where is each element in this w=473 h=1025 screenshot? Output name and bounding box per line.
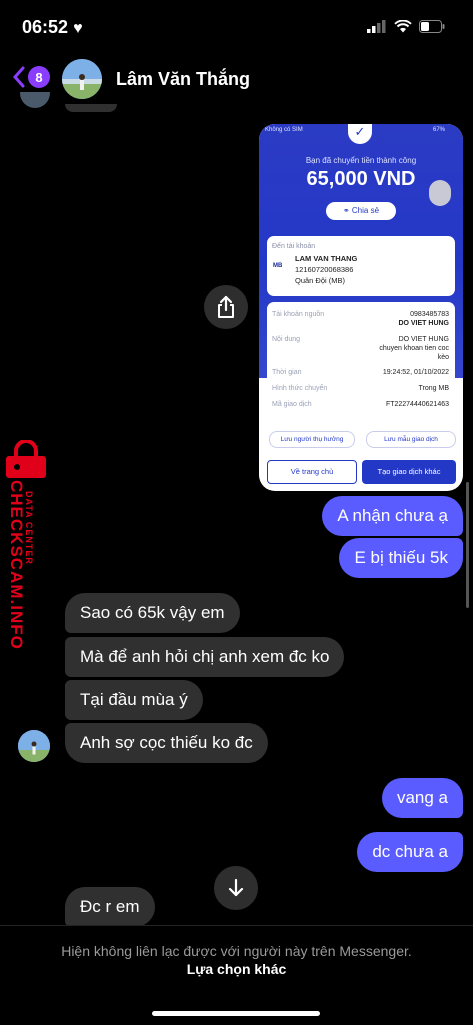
message-outgoing[interactable]: vang a	[381, 778, 463, 818]
status-bar: 06:52 ♥	[0, 0, 473, 52]
new-transaction-button: Tạo giao dịch khác	[362, 460, 456, 484]
lock-icon	[6, 440, 46, 478]
partial-bubble	[65, 104, 117, 112]
battery-icon	[419, 20, 445, 33]
message-outgoing[interactable]: dc chưa a	[357, 832, 463, 872]
other-options-link[interactable]: Lựa chọn khác	[0, 961, 473, 977]
contact-name[interactable]: Lâm Văn Thắng	[116, 69, 250, 90]
watermark: CHECKSCAM.INFO DATA CENTER	[2, 440, 52, 670]
check-icon: ✓	[348, 124, 372, 144]
share-icon: ⚭	[342, 206, 350, 215]
message-outgoing[interactable]: E bị thiếu 5k	[339, 538, 463, 578]
receipt-status-bar: Không có SIM 67%	[265, 127, 446, 133]
share-button[interactable]	[204, 285, 248, 329]
save-template-button: Lưu mẫu giao dịch	[366, 431, 456, 448]
signal-icon	[367, 20, 386, 33]
wifi-icon	[394, 20, 412, 33]
message-incoming[interactable]: Mà để anh hỏi chị anh xem đc ko	[65, 637, 345, 677]
message-incoming[interactable]: Đc r em	[65, 887, 155, 927]
contact-avatar[interactable]	[62, 59, 102, 99]
recipient-card: Đến tài khoản MB LAM VAN THANG 121607200…	[267, 236, 455, 296]
heart-icon: ♥	[73, 20, 83, 37]
chevron-left-icon	[12, 66, 25, 88]
arrow-down-icon	[228, 878, 244, 897]
save-recipient-button: Lưu người thụ hưởng	[269, 431, 355, 448]
message-outgoing[interactable]: A nhận chưa ạ	[322, 496, 463, 536]
bank-logo: MB	[273, 263, 283, 269]
home-indicator[interactable]	[152, 1011, 320, 1016]
message-incoming[interactable]: Tại đầu mùa ý	[65, 680, 203, 720]
home-button: Về trang chủ	[267, 460, 357, 484]
mascot-image	[429, 180, 451, 206]
transaction-details-card: Tài khoản nguồn 0983485783 DO VIET HUNG …	[267, 302, 455, 419]
transfer-receipt-image[interactable]: Không có SIM 67% ✓ Bạn đã chuyển tiền th…	[259, 124, 463, 491]
watermark-subtext: DATA CENTER	[24, 491, 34, 565]
scrollbar[interactable]	[466, 482, 469, 608]
unavailable-notice: Hiện không liên lạc được với người này t…	[61, 943, 412, 959]
message-incoming[interactable]: Sao có 65k vậy em	[65, 593, 240, 633]
share-icon	[218, 295, 234, 318]
back-button[interactable]: 8	[12, 66, 50, 88]
receipt-message: Bạn đã chuyển tiền thành công	[305, 156, 417, 165]
scroll-down-button[interactable]	[214, 866, 258, 910]
composer-disabled-footer: Hiện không liên lạc được với người này t…	[0, 925, 473, 1025]
unread-badge: 8	[28, 66, 50, 88]
clock: 06:52 ♥	[22, 17, 83, 37]
sender-avatar	[18, 730, 50, 762]
conversation-header: 8 Lâm Văn Thắng	[0, 52, 473, 108]
watermark-text: CHECKSCAM.INFO	[7, 480, 26, 650]
receipt-share-button: ⚭ Chia sẻ	[326, 202, 396, 220]
message-incoming[interactable]: Anh sợ cọc thiếu ko đc	[65, 723, 268, 763]
status-icons	[367, 20, 445, 33]
